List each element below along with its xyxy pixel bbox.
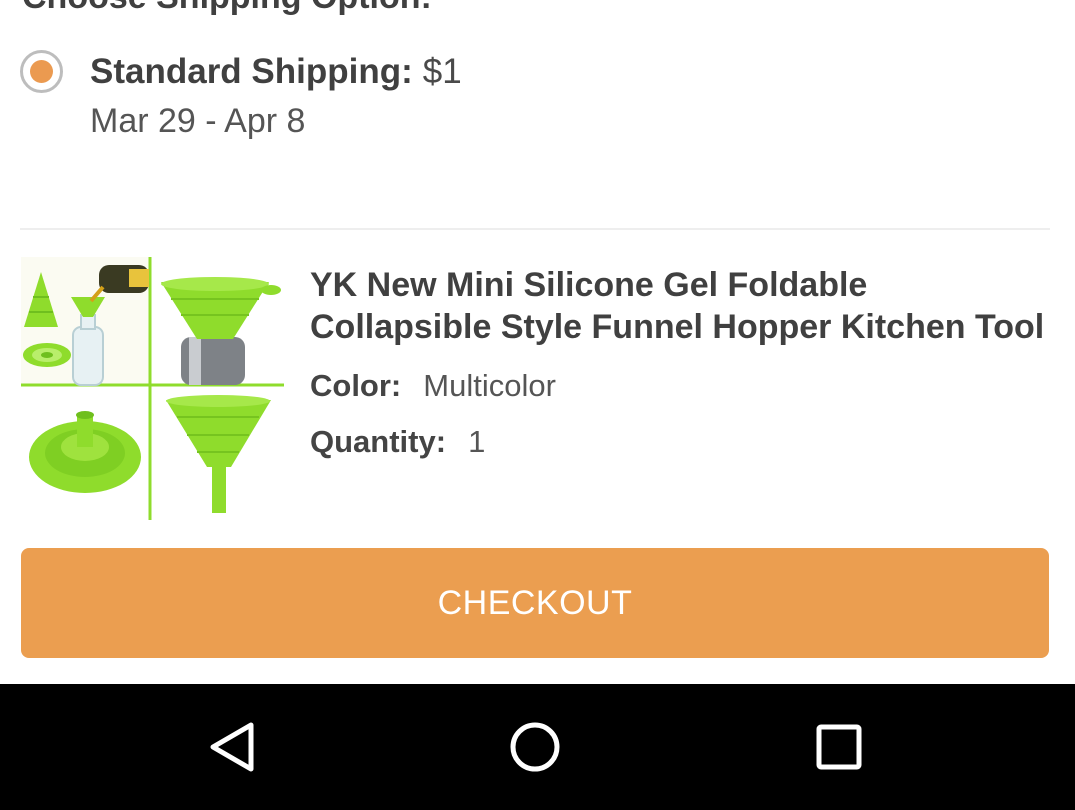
back-triangle-icon [210, 722, 254, 772]
product-color-row: Color: Multicolor [310, 368, 556, 404]
shipping-option-line: Standard Shipping: $1 [90, 52, 462, 92]
recents-square-icon [816, 724, 862, 770]
shipping-heading: Choose Shipping Option: [22, 0, 432, 17]
color-label: Color: [310, 368, 402, 403]
android-navigation-bar [0, 684, 1075, 810]
recents-button[interactable] [779, 684, 899, 810]
quantity-value: 1 [468, 424, 486, 459]
checkout-button[interactable]: CHECKOUT [21, 548, 1049, 658]
shipping-option-dates: Mar 29 - Apr 8 [90, 102, 306, 140]
shipping-option-price: $1 [422, 52, 462, 91]
home-button[interactable] [475, 684, 595, 810]
radio-selected-dot [30, 60, 53, 83]
color-value: Multicolor [423, 368, 556, 403]
product-quantity-row: Quantity: 1 [310, 424, 485, 460]
funnel-product-photo-icon [21, 257, 284, 520]
product-title[interactable]: YK New Mini Silicone Gel Foldable Collap… [310, 264, 1055, 348]
shipping-option-standard[interactable]: Standard Shipping: $1 Mar 29 - Apr 8 [20, 50, 720, 150]
checkout-screen: Choose Shipping Option: Standard Shippin… [0, 0, 1075, 684]
shipping-option-name: Standard Shipping: [90, 52, 413, 91]
shipping-radio-button[interactable] [20, 50, 63, 93]
section-divider [20, 228, 1050, 230]
quantity-label: Quantity: [310, 424, 447, 459]
back-button[interactable] [172, 684, 292, 810]
home-circle-icon [510, 722, 560, 772]
product-image[interactable] [21, 257, 284, 520]
